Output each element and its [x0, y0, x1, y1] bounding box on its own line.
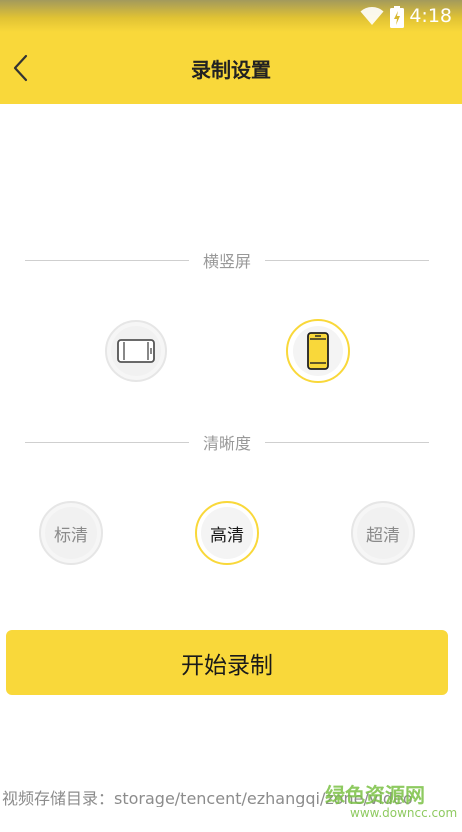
quality-option-sd[interactable]: 标清 — [39, 501, 103, 565]
page-title: 录制设置 — [191, 58, 271, 82]
start-recording-button[interactable]: 开始录制 — [6, 630, 448, 695]
quality-option-hd[interactable]: 高清 — [195, 501, 259, 565]
quality-section-header: 清晰度 — [25, 430, 430, 454]
status-bar: 4:18 — [0, 0, 462, 32]
wifi-icon — [360, 6, 384, 30]
app-bar: 录制设置 — [0, 32, 462, 104]
quality-label: 清晰度 — [203, 434, 252, 453]
orientation-section-header: 横竖屏 — [25, 248, 430, 272]
quality-option-label: 超清 — [366, 525, 400, 546]
landscape-phone-icon — [117, 339, 155, 363]
watermark-url: www.downcc.com — [350, 806, 458, 820]
status-time: 4:18 — [409, 5, 452, 27]
orientation-label: 横竖屏 — [203, 252, 252, 271]
landscape-option[interactable] — [105, 320, 167, 382]
quality-option-label: 高清 — [210, 525, 244, 546]
divider — [25, 259, 189, 261]
watermark-logo: 绿色资源网 — [325, 783, 425, 807]
divider — [265, 441, 430, 443]
quality-option-label: 标清 — [54, 525, 88, 546]
battery-icon — [390, 6, 404, 32]
divider — [265, 259, 430, 261]
quality-option-uhd[interactable]: 超清 — [351, 501, 415, 565]
portrait-phone-icon — [307, 332, 329, 370]
portrait-option[interactable] — [286, 319, 350, 383]
divider — [25, 441, 189, 443]
